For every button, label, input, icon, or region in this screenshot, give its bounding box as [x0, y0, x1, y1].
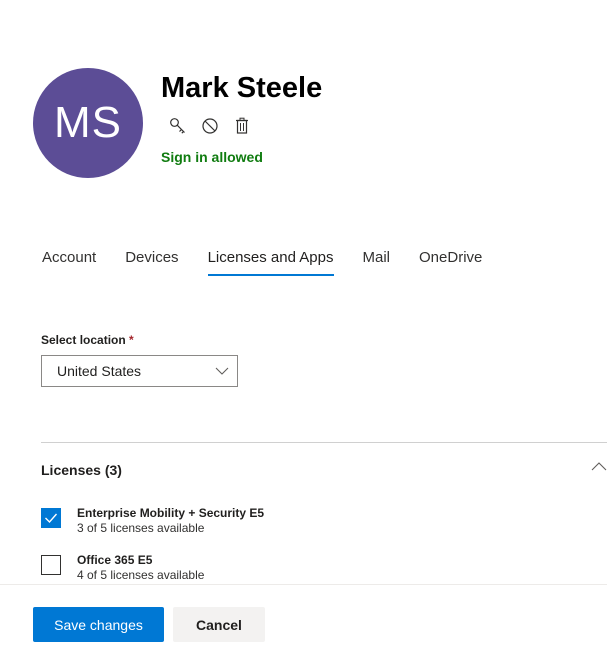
- license-name: Enterprise Mobility + Security E5: [77, 506, 265, 520]
- tab-devices[interactable]: Devices: [125, 249, 178, 276]
- section-divider: [41, 442, 607, 443]
- avatar-initials: MS: [54, 98, 122, 147]
- license-checkbox[interactable]: [41, 555, 61, 575]
- licenses-list: Enterprise Mobility + Security E5 3 of 5…: [0, 500, 607, 584]
- tab-bar: Account Devices Licenses and Apps Mail O…: [42, 249, 511, 276]
- sign-in-status: Sign in allowed: [161, 149, 263, 165]
- chevron-up-icon[interactable]: [591, 458, 607, 474]
- location-select[interactable]: United States: [41, 355, 238, 387]
- location-select-value: United States: [57, 363, 142, 379]
- location-label-text: Select location: [41, 333, 126, 347]
- key-icon[interactable]: [168, 116, 188, 136]
- license-availability: 3 of 5 licenses available: [77, 521, 205, 535]
- licenses-section-title: Licenses (3): [41, 462, 122, 478]
- license-availability: 4 of 5 licenses available: [77, 568, 205, 582]
- avatar: MS: [33, 68, 143, 178]
- tab-licenses-and-apps[interactable]: Licenses and Apps: [207, 249, 334, 276]
- required-marker: *: [129, 333, 134, 347]
- tab-mail[interactable]: Mail: [363, 249, 391, 276]
- user-details-panel: MS Mark Steele Sign in allowed Account D…: [0, 0, 607, 659]
- chevron-down-icon: [207, 367, 237, 375]
- footer-divider: [0, 584, 607, 585]
- user-name: Mark Steele: [161, 72, 323, 104]
- license-item: Enterprise Mobility + Security E5 3 of 5…: [41, 506, 264, 535]
- block-icon[interactable]: [200, 116, 220, 136]
- tab-account[interactable]: Account: [42, 249, 96, 276]
- trash-icon[interactable]: [232, 116, 252, 136]
- checkmark-icon: [45, 513, 58, 524]
- license-checkbox[interactable]: [41, 508, 61, 528]
- user-actions: [168, 116, 252, 136]
- license-item: Office 365 E5 4 of 5 licenses available: [41, 553, 204, 582]
- save-changes-button[interactable]: Save changes: [33, 607, 164, 642]
- cancel-button[interactable]: Cancel: [173, 607, 265, 642]
- license-name: Office 365 E5: [77, 553, 153, 567]
- tab-onedrive[interactable]: OneDrive: [419, 249, 482, 276]
- location-label: Select location *: [41, 333, 134, 347]
